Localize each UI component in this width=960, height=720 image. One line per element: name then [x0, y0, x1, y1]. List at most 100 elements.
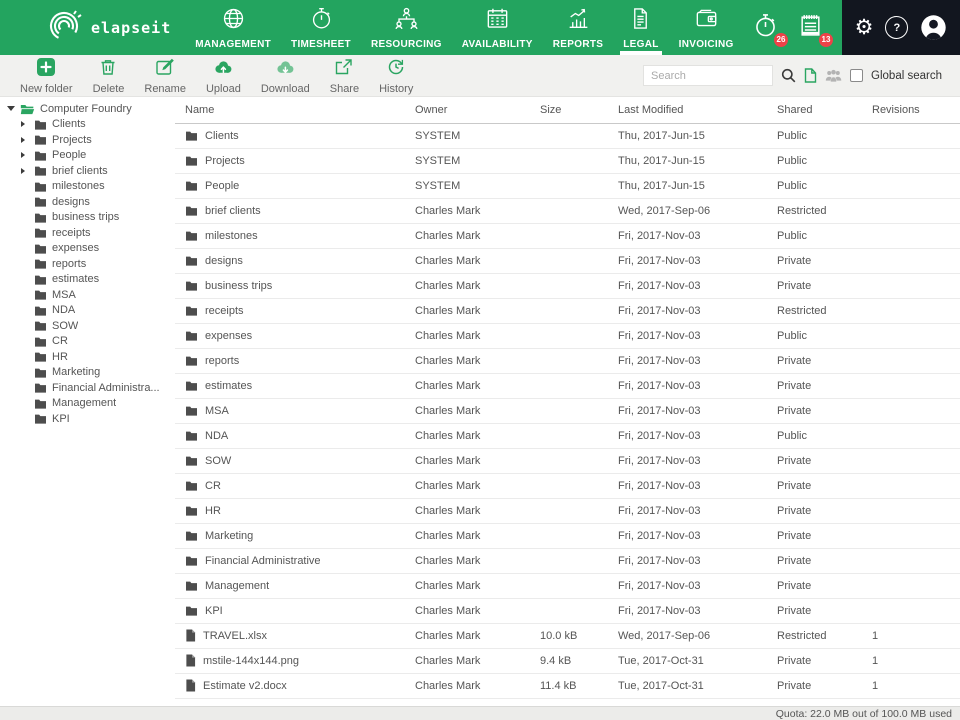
upload-button[interactable]: Upload	[196, 57, 251, 95]
row-name[interactable]: mstile-144x144.png	[203, 655, 299, 667]
nav-resourcing[interactable]: RESOURCING	[361, 0, 452, 55]
search-icon[interactable]	[781, 68, 796, 83]
table-row[interactable]: Marketing Charles Mark Fri, 2017-Nov-03 Pri…	[175, 523, 960, 549]
row-name[interactable]: Projects	[205, 155, 245, 167]
row-name[interactable]: brief clients	[205, 205, 261, 217]
row-name[interactable]: SOW	[205, 455, 231, 467]
tree-item[interactable]: MSA	[0, 287, 175, 303]
download-button[interactable]: Download	[251, 57, 320, 95]
col-name[interactable]: Name	[175, 97, 415, 124]
tree-item[interactable]: Clients	[0, 117, 175, 133]
nav-invoicing[interactable]: INVOICING	[669, 0, 744, 55]
caret-right-icon[interactable]	[21, 136, 34, 143]
nav-legal[interactable]: LEGAL	[613, 0, 668, 55]
table-row[interactable]: SOW Charles Mark Fri, 2017-Nov-03 Private	[175, 448, 960, 474]
file-filter-icon[interactable]	[804, 68, 817, 83]
tree-item[interactable]: designs	[0, 194, 175, 210]
people-filter-icon[interactable]	[825, 69, 842, 82]
table-row[interactable]: Estimate v2.docx Charles Mark 11.4 kB Tue, …	[175, 673, 960, 699]
row-name[interactable]: CR	[205, 480, 221, 492]
table-row[interactable]: Management Charles Mark Fri, 2017-Nov-03 Pr…	[175, 573, 960, 599]
history-button[interactable]: History	[369, 57, 423, 95]
tree-item[interactable]: milestones	[0, 179, 175, 195]
new-folder-button[interactable]: New folder	[10, 57, 83, 95]
row-name[interactable]: Clients	[205, 130, 239, 142]
tree-item[interactable]: NDA	[0, 303, 175, 319]
tree-item[interactable]: Projects	[0, 132, 175, 148]
col-revisions[interactable]: Revisions	[872, 97, 960, 124]
table-row[interactable]: designs Charles Mark Fri, 2017-Nov-03 Priva…	[175, 248, 960, 274]
tree-item[interactable]: business trips	[0, 210, 175, 226]
row-name[interactable]: expenses	[205, 330, 252, 342]
nav-timesheet[interactable]: TIMESHEET	[281, 0, 361, 55]
invoicing-notification-button[interactable]: 13	[797, 12, 833, 47]
tree-item[interactable]: SOW	[0, 318, 175, 334]
table-row[interactable]: milestones Charles Mark Fri, 2017-Nov-03 Pu…	[175, 223, 960, 249]
rename-button[interactable]: Rename	[134, 57, 196, 95]
table-row[interactable]: reports Charles Mark Fri, 2017-Nov-03 Priva…	[175, 348, 960, 374]
col-size[interactable]: Size	[540, 97, 618, 124]
table-row[interactable]: brief clients Charles Mark Wed, 2017-Sep-0…	[175, 198, 960, 224]
nav-reports[interactable]: REPORTS	[543, 0, 613, 55]
tree-item[interactable]: KPI	[0, 411, 175, 427]
caret-right-icon[interactable]	[21, 121, 34, 128]
search-input[interactable]	[643, 65, 774, 86]
nav-availability[interactable]: AVAILABILITY	[452, 0, 543, 55]
row-name[interactable]: HR	[205, 505, 221, 517]
table-row[interactable]: receipts Charles Mark Fri, 2017-Nov-03 Rest…	[175, 298, 960, 324]
table-row[interactable]: MSA Charles Mark Fri, 2017-Nov-03 Private	[175, 398, 960, 424]
row-name[interactable]: milestones	[205, 230, 258, 242]
row-name[interactable]: KPI	[205, 605, 223, 617]
row-name[interactable]: Management	[205, 580, 269, 592]
row-name[interactable]: receipts	[205, 305, 244, 317]
tree-item[interactable]: People	[0, 148, 175, 164]
table-row[interactable]: NDA Charles Mark Fri, 2017-Nov-03 Public	[175, 423, 960, 449]
table-row[interactable]: Financial Administrative Charles Mark Fri,…	[175, 548, 960, 574]
row-name[interactable]: reports	[205, 355, 239, 367]
row-name[interactable]: estimates	[205, 380, 252, 392]
tree-item[interactable]: expenses	[0, 241, 175, 257]
brand[interactable]: elapseit	[48, 0, 171, 55]
table-row[interactable]: business trips Charles Mark Fri, 2017-Nov-…	[175, 273, 960, 299]
tree-item[interactable]: Financial Administra...	[0, 380, 175, 396]
row-name[interactable]: MSA	[205, 405, 229, 417]
gear-icon[interactable]: ⚙	[855, 17, 874, 38]
caret-right-icon[interactable]	[21, 167, 34, 174]
table-row[interactable]: mstile-144x144.png Charles Mark 9.4 kB Tue,…	[175, 648, 960, 674]
table-row[interactable]: TRAVEL.xlsx Charles Mark 10.0 kB Wed, 2017-…	[175, 623, 960, 649]
table-row[interactable]: KPI Charles Mark Fri, 2017-Nov-03 Private	[175, 598, 960, 624]
table-row[interactable]: estimates Charles Mark Fri, 2017-Nov-03 Pri…	[175, 373, 960, 399]
caret-right-icon[interactable]	[21, 152, 34, 159]
avatar[interactable]	[920, 14, 947, 41]
tree-root[interactable]: Computer Foundry	[0, 101, 175, 117]
tree-item[interactable]: brief clients	[0, 163, 175, 179]
tree-item[interactable]: Marketing	[0, 365, 175, 381]
col-modified[interactable]: Last Modified	[618, 97, 777, 124]
row-name[interactable]: business trips	[205, 280, 272, 292]
table-row[interactable]: People SYSTEM Thu, 2017-Jun-15 Public	[175, 173, 960, 199]
tree-item[interactable]: CR	[0, 334, 175, 350]
row-name[interactable]: Estimate v2.docx	[203, 680, 287, 692]
row-name[interactable]: NDA	[205, 430, 228, 442]
table-row[interactable]: Clients SYSTEM Thu, 2017-Jun-15 Public	[175, 123, 960, 149]
tree-item[interactable]: receipts	[0, 225, 175, 241]
col-shared[interactable]: Shared	[777, 97, 872, 124]
row-name[interactable]: Marketing	[205, 530, 253, 542]
table-row[interactable]: expenses Charles Mark Fri, 2017-Nov-03 Publ…	[175, 323, 960, 349]
tree-item[interactable]: Management	[0, 396, 175, 412]
nav-management[interactable]: MANAGEMENT	[185, 0, 281, 55]
row-name[interactable]: Financial Administrative	[205, 555, 321, 567]
tree-item[interactable]: estimates	[0, 272, 175, 288]
row-name[interactable]: designs	[205, 255, 243, 267]
table-row[interactable]: HR Charles Mark Fri, 2017-Nov-03 Private	[175, 498, 960, 524]
tree-item[interactable]: reports	[0, 256, 175, 272]
row-name[interactable]: TRAVEL.xlsx	[203, 630, 267, 642]
tree-item[interactable]: HR	[0, 349, 175, 365]
table-row[interactable]: CR Charles Mark Fri, 2017-Nov-03 Private	[175, 473, 960, 499]
share-button[interactable]: Share	[320, 57, 369, 95]
col-owner[interactable]: Owner	[415, 97, 540, 124]
timer-notification-button[interactable]: 26	[752, 12, 788, 47]
row-name[interactable]: People	[205, 180, 239, 192]
delete-button[interactable]: Delete	[83, 57, 135, 95]
global-search-checkbox[interactable]	[850, 69, 864, 82]
